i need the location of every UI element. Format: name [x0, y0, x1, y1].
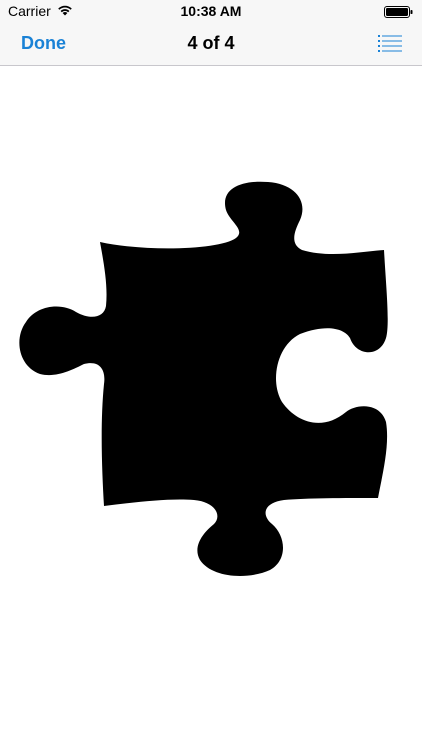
navigation-bar: Done 4 of 4	[0, 22, 422, 66]
puzzle-piece-icon	[19, 181, 388, 576]
screen: Carrier 10:38 AM Done 4 of 4	[0, 0, 422, 750]
status-time: 10:38 AM	[180, 3, 242, 19]
page-title: 4 of 4	[187, 33, 235, 53]
status-bar: Carrier 10:38 AM	[0, 0, 422, 22]
list-icon[interactable]	[378, 34, 402, 52]
battery-icon	[384, 5, 414, 18]
content-area	[0, 66, 422, 750]
